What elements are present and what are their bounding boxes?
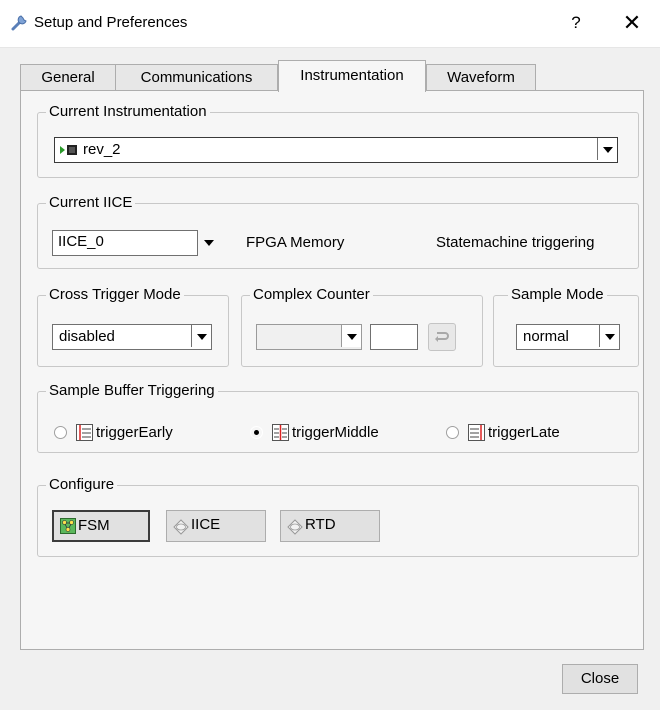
current-instrumentation-group: Current Instrumentation rev_2	[37, 103, 639, 178]
sample-mode-select[interactable]: normal	[516, 324, 620, 350]
tab-communications[interactable]: Communications	[115, 64, 278, 91]
statemachine-trigger-label: Statemachine triggering	[436, 234, 595, 251]
window-title: Setup and Preferences	[34, 14, 188, 31]
tab-general[interactable]: General	[20, 64, 116, 91]
apply-counter-button[interactable]	[428, 323, 456, 351]
wrench-icon	[11, 15, 27, 31]
iice-value: IICE_0	[58, 233, 104, 250]
trigger-early-label: triggerEarly	[96, 424, 173, 441]
radio-button[interactable]	[54, 426, 67, 439]
iice-icon	[173, 519, 189, 535]
fpga-memory-label: FPGA Memory	[246, 234, 345, 251]
current-iice-title: Current IICE	[46, 194, 136, 212]
trigger-middle-label: triggerMiddle	[292, 424, 379, 441]
window-close-button[interactable]: ✕	[612, 6, 652, 40]
current-instrumentation-title: Current Instrumentation	[46, 103, 210, 121]
instrumentation-icon	[60, 145, 77, 155]
iice-button[interactable]: IICE	[166, 510, 266, 542]
fsm-button[interactable]: FSM	[52, 510, 150, 542]
tab-instrumentation[interactable]: Instrumentation	[278, 60, 426, 92]
chevron-down-icon[interactable]	[597, 138, 617, 160]
rtd-icon	[287, 519, 303, 535]
chevron-down-icon[interactable]	[191, 325, 211, 347]
tab-waveform[interactable]: Waveform	[426, 64, 536, 91]
sample-mode-group: Sample Mode normal	[493, 286, 639, 367]
sample-buffer-title: Sample Buffer Triggering	[46, 382, 218, 400]
radio-trigger-middle[interactable]: triggerMiddle	[250, 422, 420, 444]
iice-label: IICE	[191, 516, 221, 533]
fsm-icon	[60, 518, 76, 534]
complex-counter-input[interactable]	[370, 324, 418, 350]
chevron-down-icon[interactable]	[599, 325, 619, 347]
rtd-button[interactable]: RTD	[280, 510, 380, 542]
chevron-down-icon[interactable]	[204, 240, 214, 246]
configure-group: Configure FSM IICE RTD	[37, 476, 639, 557]
instrumentation-tab-page: Current Instrumentation rev_2 Current II…	[20, 90, 644, 650]
radio-button[interactable]	[446, 426, 459, 439]
instrumentation-select[interactable]: rev_2	[54, 137, 618, 163]
cross-trigger-value: disabled	[59, 328, 115, 345]
cross-trigger-title: Cross Trigger Mode	[46, 286, 184, 304]
configure-title: Configure	[46, 476, 118, 494]
trigger-middle-icon	[272, 424, 289, 441]
radio-trigger-early[interactable]: triggerEarly	[54, 422, 214, 444]
cross-trigger-select[interactable]: disabled	[52, 324, 212, 350]
rtd-label: RTD	[305, 516, 336, 533]
help-button[interactable]: ?	[556, 6, 596, 40]
fsm-label: FSM	[78, 517, 110, 534]
close-button[interactable]: Close	[562, 664, 638, 694]
trigger-late-label: triggerLate	[488, 424, 560, 441]
complex-counter-select[interactable]	[256, 324, 362, 350]
title-bar: Setup and Preferences ? ✕	[0, 0, 660, 48]
cross-trigger-group: Cross Trigger Mode disabled	[37, 286, 229, 367]
radio-button[interactable]	[250, 426, 263, 439]
chevron-down-icon[interactable]	[341, 325, 361, 347]
trigger-early-icon	[76, 424, 93, 441]
iice-select[interactable]: IICE_0	[52, 230, 218, 256]
radio-trigger-late[interactable]: triggerLate	[446, 422, 606, 444]
sample-mode-value: normal	[523, 328, 569, 345]
sample-buffer-group: Sample Buffer Triggering triggerEarly tr…	[37, 382, 639, 453]
sample-mode-title: Sample Mode	[508, 286, 607, 304]
trigger-late-icon	[468, 424, 485, 441]
complex-counter-group: Complex Counter	[241, 286, 483, 367]
current-iice-group: Current IICE IICE_0 FPGA Memory Statemac…	[37, 194, 639, 269]
complex-counter-title: Complex Counter	[250, 286, 373, 304]
return-arrow-icon	[435, 332, 449, 342]
instrumentation-value: rev_2	[83, 141, 121, 158]
